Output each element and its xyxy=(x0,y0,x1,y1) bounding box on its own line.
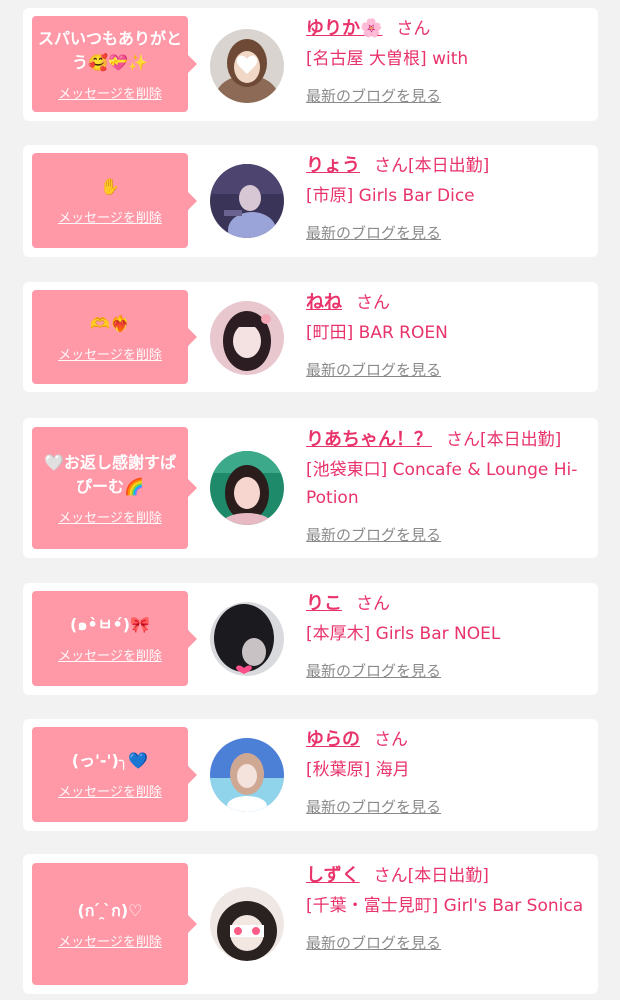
message-bubble: スパいつもありがとう🥰💝✨ メッセージを削除 xyxy=(32,16,197,112)
avatar[interactable] xyxy=(210,602,284,676)
cast-info: しずく さん[本日出勤] [千葉・富士見町] Girl's Bar Sonica … xyxy=(306,863,588,953)
name-line: りあちゃん！？ さん[本日出勤] xyxy=(306,427,588,453)
cast-info: ゆりか🌸 さん [名古屋 大曽根] with 最新のブログを見る xyxy=(306,16,588,106)
delete-message-link[interactable]: メッセージを削除 xyxy=(58,344,162,363)
cast-name-link[interactable]: ゆらの xyxy=(306,729,360,750)
message-bubble: (๑•̀ㅂ•́)🎀 メッセージを削除 xyxy=(32,591,197,686)
name-line: しずく さん[本日出勤] xyxy=(306,863,588,889)
avatar[interactable] xyxy=(210,451,284,525)
name-line: ねね さん xyxy=(306,290,588,316)
message-card: スパいつもありがとう🥰💝✨ メッセージを削除 ゆりか🌸 さん [名古屋 大曽根] … xyxy=(23,8,598,121)
latest-blog-link[interactable]: 最新のブログを見る xyxy=(306,85,441,106)
avatar-photo-icon xyxy=(210,301,284,375)
shop-name: [市原] Girls Bar Dice xyxy=(306,186,475,206)
message-text: 🤍お返し感謝すぱぴーむ🌈 xyxy=(44,452,176,496)
message-card: (ก ́ ̯ ̀ก)♡ メッセージを削除 しずく さん[本日出勤] [千葉・富士見… xyxy=(23,854,598,994)
delete-message-link[interactable]: メッセージを削除 xyxy=(58,207,162,226)
latest-blog-link[interactable]: 最新のブログを見る xyxy=(306,660,441,681)
avatar[interactable] xyxy=(210,29,284,103)
name-line: ゆらの さん xyxy=(306,727,588,753)
shop-name: [千葉・富士見町] Girl's Bar Sonica xyxy=(306,896,584,916)
cast-info: りょう さん[本日出勤] [市原] Girls Bar Dice 最新のブログを見… xyxy=(306,153,588,243)
delete-message-link[interactable]: メッセージを削除 xyxy=(58,781,162,800)
cast-info: ねね さん [町田] BAR ROEN 最新のブログを見る xyxy=(306,290,588,380)
avatar-photo-icon xyxy=(210,164,284,238)
avatar[interactable] xyxy=(210,887,284,961)
delete-message-link[interactable]: メッセージを削除 xyxy=(58,931,162,950)
honorific: さん xyxy=(373,866,408,886)
status-badge: [本日出勤] xyxy=(408,156,490,176)
cast-info: ゆらの さん [秋葉原] 海月 最新のブログを見る xyxy=(306,727,588,817)
status-badge: [本日出勤] xyxy=(480,430,562,450)
honorific: さん xyxy=(446,430,480,450)
status-badge: [本日出勤] xyxy=(407,866,489,886)
cast-name-link[interactable]: ねね xyxy=(306,292,342,313)
honorific: さん xyxy=(396,19,431,39)
latest-blog-link[interactable]: 最新のブログを見る xyxy=(306,932,441,953)
name-line: ゆりか🌸 さん xyxy=(306,16,588,42)
avatar-photo-icon xyxy=(210,887,284,961)
cast-info: りこ さん [本厚木] Girls Bar NOEL 最新のブログを見る xyxy=(306,591,588,681)
message-card: (っ'-')╮💙 メッセージを削除 ゆらの さん [秋葉原] 海月 最新のブログを… xyxy=(23,719,598,831)
cast-name-link[interactable]: ゆりか🌸 xyxy=(306,18,382,39)
shop-name: [池袋東口] Concafe & Lounge Hi-Potion xyxy=(306,460,578,508)
shop-name: [本厚木] Girls Bar NOEL xyxy=(306,624,501,644)
message-text: (ก ́ ̯ ̀ก)♡ xyxy=(77,900,143,920)
message-text: スパいつもありがとう🥰💝✨ xyxy=(38,28,183,72)
latest-blog-link[interactable]: 最新のブログを見る xyxy=(306,524,441,545)
delete-message-link[interactable]: メッセージを削除 xyxy=(58,83,162,102)
honorific: さん xyxy=(356,594,390,614)
message-card: ✋ メッセージを削除 りょう さん[本日出勤] [市原] Girls Bar Di… xyxy=(23,145,598,257)
message-text: (っ'-')╮💙 xyxy=(71,751,149,770)
name-line: りこ さん xyxy=(306,591,588,617)
message-bubble: ✋ メッセージを削除 xyxy=(32,153,197,248)
shop-name: [名古屋 大曽根] with xyxy=(306,49,469,69)
avatar[interactable] xyxy=(210,164,284,238)
delete-message-link[interactable]: メッセージを削除 xyxy=(58,507,162,526)
message-text: (๑•̀ㅂ•́)🎀 xyxy=(70,615,150,634)
latest-blog-link[interactable]: 最新のブログを見る xyxy=(306,359,441,380)
avatar-photo-icon xyxy=(210,602,284,676)
message-bubble: 🫶❤️‍🔥 メッセージを削除 xyxy=(32,290,197,384)
avatar-photo-icon xyxy=(210,738,284,812)
cast-name-link[interactable]: りこ xyxy=(306,593,342,614)
message-text: ✋ xyxy=(100,177,120,196)
message-bubble: (ก ́ ̯ ̀ก)♡ メッセージを削除 xyxy=(32,863,197,985)
message-card: 🫶❤️‍🔥 メッセージを削除 ねね さん [町田] BAR ROEN 最新のブログ… xyxy=(23,282,598,392)
avatar[interactable] xyxy=(210,738,284,812)
shop-name: [町田] BAR ROEN xyxy=(306,323,448,343)
honorific: さん xyxy=(374,156,408,176)
avatar[interactable] xyxy=(210,301,284,375)
message-card: 🤍お返し感謝すぱぴーむ🌈 メッセージを削除 りあちゃん！？ さん[本日出勤] [池… xyxy=(23,418,598,558)
cast-name-link[interactable]: しずく xyxy=(306,865,360,886)
message-text: 🫶❤️‍🔥 xyxy=(90,313,130,333)
cast-name-link[interactable]: りょう xyxy=(306,155,360,176)
delete-message-link[interactable]: メッセージを削除 xyxy=(58,645,162,664)
avatar-photo-icon xyxy=(210,451,284,525)
honorific: さん xyxy=(356,293,390,313)
message-card: (๑•̀ㅂ•́)🎀 メッセージを削除 りこ さん [本厚木] Girls Bar … xyxy=(23,583,598,695)
shop-name: [秋葉原] 海月 xyxy=(306,760,410,780)
message-bubble: (っ'-')╮💙 メッセージを削除 xyxy=(32,727,197,822)
latest-blog-link[interactable]: 最新のブログを見る xyxy=(306,222,441,243)
avatar-photo-icon xyxy=(210,29,284,103)
cast-name-link[interactable]: りあちゃん！？ xyxy=(306,429,432,450)
message-bubble: 🤍お返し感謝すぱぴーむ🌈 メッセージを削除 xyxy=(32,427,197,549)
honorific: さん xyxy=(374,730,408,750)
cast-info: りあちゃん！？ さん[本日出勤] [池袋東口] Concafe & Lounge … xyxy=(306,427,588,545)
name-line: りょう さん[本日出勤] xyxy=(306,153,588,179)
latest-blog-link[interactable]: 最新のブログを見る xyxy=(306,796,441,817)
